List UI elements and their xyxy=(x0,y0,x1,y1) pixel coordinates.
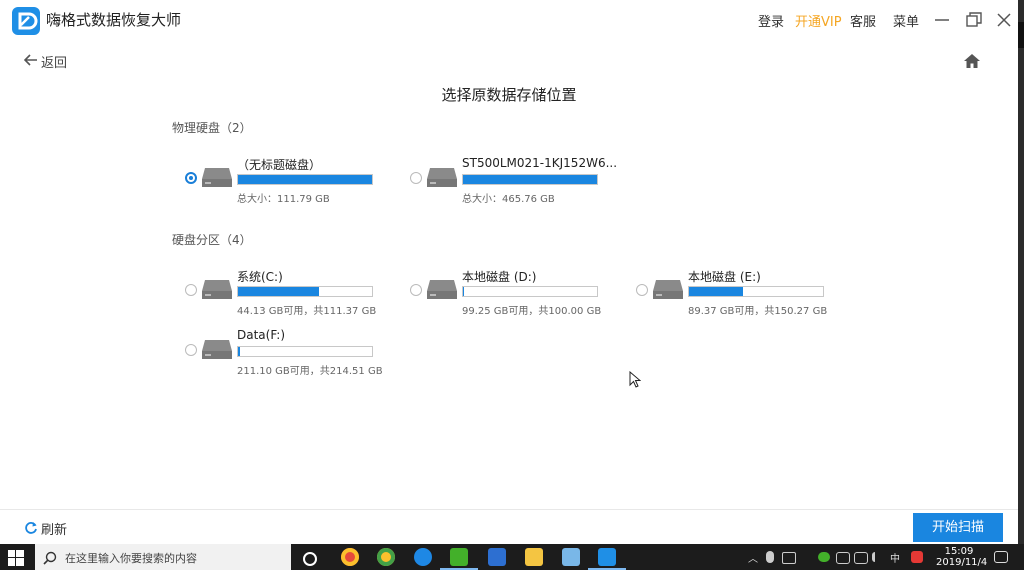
partition-usage-fill xyxy=(689,287,744,296)
clock-time: 15:09 xyxy=(944,546,974,557)
edge-icon[interactable] xyxy=(414,548,432,566)
support-link[interactable]: 客服 xyxy=(850,11,876,30)
sogou-ime-icon[interactable] xyxy=(911,551,923,563)
disk-radio[interactable] xyxy=(410,172,422,184)
disk-icon xyxy=(202,340,232,359)
app-title: 嗨格式数据恢复大师 xyxy=(46,11,182,29)
wechat-tray-icon[interactable] xyxy=(818,552,830,562)
desktop-edge xyxy=(1018,0,1024,544)
partitions-label: 硬盘分区（4） xyxy=(172,233,252,247)
close-icon[interactable] xyxy=(992,8,1016,32)
partition-item[interactable]: 本地磁盘 (E:) 89.37 GB可用，共150.27 GB xyxy=(636,270,846,322)
partition-usage-fill xyxy=(238,347,241,356)
app-window: 嗨格式数据恢复大师 登录 开通VIP 客服 菜单 返回 选择原数据存储位置 物理… xyxy=(0,0,1018,544)
disk-name: （无标题磁盘） xyxy=(237,158,322,172)
physical-disk-item[interactable]: ST500LM021-1KJ152W6... 总大小：465.76 GB xyxy=(410,156,620,210)
partition-usage-bar xyxy=(688,286,824,297)
partition-item[interactable]: Data(F:) 211.10 GB可用，共214.51 GB xyxy=(185,328,395,382)
disk-icon xyxy=(653,280,683,299)
partition-usage-bar xyxy=(237,346,373,357)
task-view-icon[interactable] xyxy=(303,552,317,566)
camera-icon[interactable] xyxy=(782,552,796,564)
disk-usage-bar xyxy=(462,174,598,185)
file-explorer-icon[interactable] xyxy=(525,548,543,566)
disk-usage-fill xyxy=(238,175,372,184)
disk-icon xyxy=(427,168,457,187)
disk-name: ST500LM021-1KJ152W6... xyxy=(462,156,618,170)
recovery-app-taskbar-icon[interactable] xyxy=(598,548,616,566)
disk-icon xyxy=(202,280,232,299)
partition-radio[interactable] xyxy=(410,284,422,296)
restore-icon[interactable] xyxy=(962,8,986,32)
disk-radio[interactable] xyxy=(185,172,197,184)
search-icon xyxy=(43,551,57,565)
partition-space: 99.25 GB可用，共100.00 GB xyxy=(462,306,602,317)
physical-disks-label: 物理硬盘（2） xyxy=(172,121,252,135)
notepad-icon[interactable] xyxy=(562,548,580,566)
refresh-icon xyxy=(25,522,37,534)
ime-indicator[interactable]: 中 xyxy=(890,550,900,565)
clock-date: 2019/11/4 xyxy=(936,557,988,568)
menu-link[interactable]: 菜单 xyxy=(893,11,919,30)
disk-usage-fill xyxy=(463,175,597,184)
partition-space: 211.10 GB可用，共214.51 GB xyxy=(237,366,383,377)
wechat-icon[interactable] xyxy=(450,548,468,566)
chrome-icon[interactable] xyxy=(341,548,359,566)
partition-item[interactable]: 本地磁盘 (D:) 99.25 GB可用，共100.00 GB xyxy=(410,270,620,322)
disk-icon xyxy=(202,168,232,187)
refresh-label: 刷新 xyxy=(41,523,68,538)
login-link[interactable]: 登录 xyxy=(758,11,784,30)
mouse-cursor-icon xyxy=(629,371,641,388)
notification-icon[interactable] xyxy=(994,551,1008,563)
partition-name: 本地磁盘 (D:) xyxy=(462,270,537,284)
home-icon[interactable] xyxy=(963,52,981,70)
partition-usage-fill xyxy=(463,287,465,296)
browser-icon[interactable] xyxy=(377,548,395,566)
windows-start-icon[interactable] xyxy=(8,550,24,566)
partition-name: Data(F:) xyxy=(237,328,286,342)
page-title: 选择原数据存储位置 xyxy=(441,86,577,104)
back-arrow-icon xyxy=(24,54,37,66)
search-placeholder: 在这里输入你要搜索的内容 xyxy=(65,552,197,565)
partition-space: 44.13 GB可用，共111.37 GB xyxy=(237,306,377,317)
title-bar: 嗨格式数据恢复大师 登录 开通VIP 客服 菜单 xyxy=(0,0,1018,40)
disk-icon xyxy=(427,280,457,299)
partition-item[interactable]: 系统(C:) 44.13 GB可用，共111.37 GB xyxy=(185,270,395,322)
partition-radio[interactable] xyxy=(185,284,197,296)
taskbar-clock[interactable]: 15:09 2019/11/4 xyxy=(936,546,988,568)
disk-size: 总大小：111.79 GB xyxy=(237,194,330,205)
partition-radio[interactable] xyxy=(185,344,197,356)
tray-up-icon[interactable]: ︿ xyxy=(748,550,758,565)
partition-space: 89.37 GB可用，共150.27 GB xyxy=(688,306,828,317)
physical-disk-item[interactable]: （无标题磁盘） 总大小：111.79 GB xyxy=(185,158,395,210)
partition-usage-bar xyxy=(462,286,598,297)
minimize-icon[interactable] xyxy=(930,8,954,32)
partition-radio[interactable] xyxy=(636,284,648,296)
vip-link[interactable]: 开通VIP xyxy=(795,11,842,30)
disk-size: 总大小：465.76 GB xyxy=(462,194,555,205)
partition-usage-bar xyxy=(237,286,373,297)
wps-icon[interactable] xyxy=(488,548,506,566)
network-icon[interactable] xyxy=(854,552,868,564)
desktop-scroll-handle xyxy=(1018,22,1024,48)
start-scan-button[interactable]: 开始扫描 xyxy=(913,513,1003,542)
app-logo-icon xyxy=(12,7,40,35)
volume-icon[interactable] xyxy=(872,552,885,562)
partition-name: 本地磁盘 (E:) xyxy=(688,270,761,284)
back-label: 返回 xyxy=(41,56,68,71)
partition-usage-fill xyxy=(238,287,319,296)
mic-icon[interactable] xyxy=(766,551,774,563)
tray-app-icon[interactable] xyxy=(836,552,850,564)
taskbar-search[interactable]: 在这里输入你要搜索的内容 xyxy=(35,544,291,570)
disk-usage-bar xyxy=(237,174,373,185)
partition-name: 系统(C:) xyxy=(237,270,283,284)
taskbar: 在这里输入你要搜索的内容 ︿ 中 15:09 2019/11/4 xyxy=(0,544,1024,570)
footer-divider xyxy=(0,509,1018,510)
